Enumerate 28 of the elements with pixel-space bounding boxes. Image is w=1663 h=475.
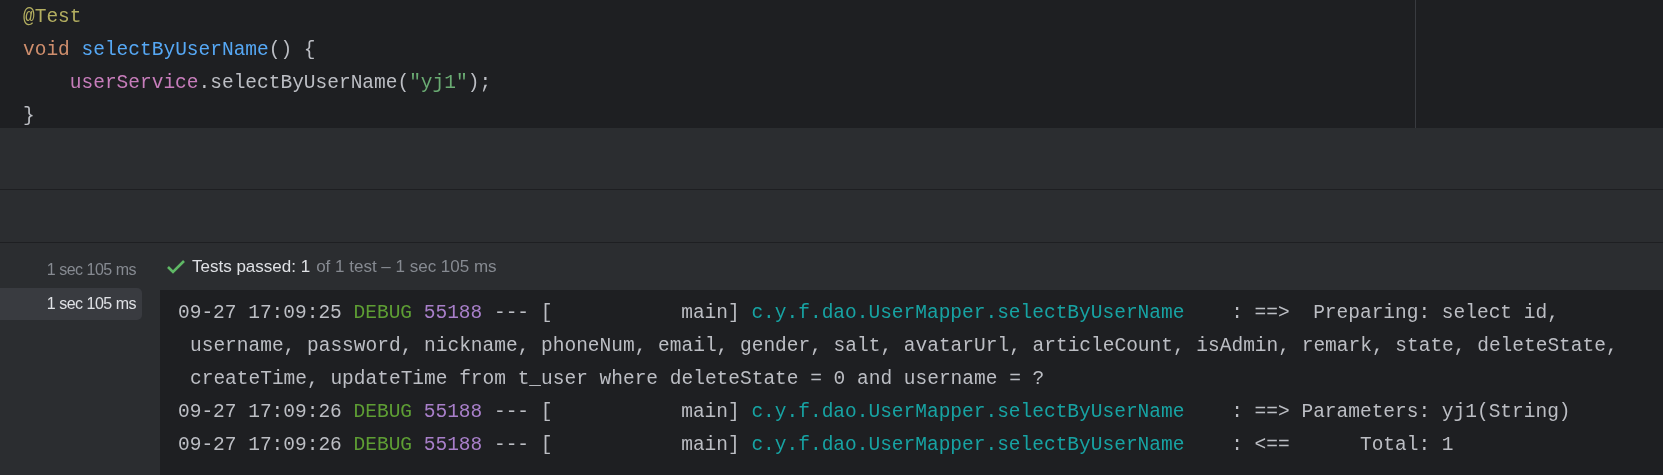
log-thread: --- [ main] [493,433,740,458]
log-level: DEBUG [353,301,413,326]
code-line: userService.selectByUserName("yj1"); [68,71,493,96]
log-timestamp: 09-27 17:09:25 [178,301,342,326]
log-message: : ==> Parameters: yj1(String) [1230,400,1571,425]
log-logger: c.y.f.dao.UserMapper.selectByUserName [751,301,1185,326]
code-line: void selectByUserName() { [23,38,317,63]
code-line: @Test [23,5,83,30]
log-message: createTime, updateTime from t_user where deleteState = 0 and username = ? [190,368,1045,390]
log-timestamp: 09-27 17:09:26 [178,400,342,425]
log-logger: c.y.f.dao.UserMapper.selectByUserName [751,400,1185,425]
log-message: : <== Total: 1 [1230,433,1454,458]
test-tree-item[interactable]: 1 sec 105 ms [0,254,142,286]
log-pid: 55188 [423,433,483,458]
code-line: } [23,104,36,129]
log-pid: 55188 [423,301,483,326]
log-level: DEBUG [353,400,413,425]
log-logger: c.y.f.dao.UserMapper.selectByUserName [751,433,1185,458]
log-message: : ==> Preparing: select id, [1230,301,1559,326]
log-thread: --- [ main] [493,301,740,326]
log-thread: --- [ main] [493,400,740,425]
log-timestamp: 09-27 17:09:26 [178,433,342,458]
test-tree-item[interactable]: 1 sec 105 ms [0,288,142,320]
log-level: DEBUG [353,433,413,458]
test-duration-text: of 1 test – 1 sec 105 ms [316,255,497,278]
test-status-text: Tests passed: 1 [192,255,311,278]
log-message: username, password, nickname, phoneNum, email, gender, salt, avatarUrl, articleCount, isAdmin, remark, state, deleteState, [190,335,1618,357]
log-pid: 55188 [423,400,483,425]
